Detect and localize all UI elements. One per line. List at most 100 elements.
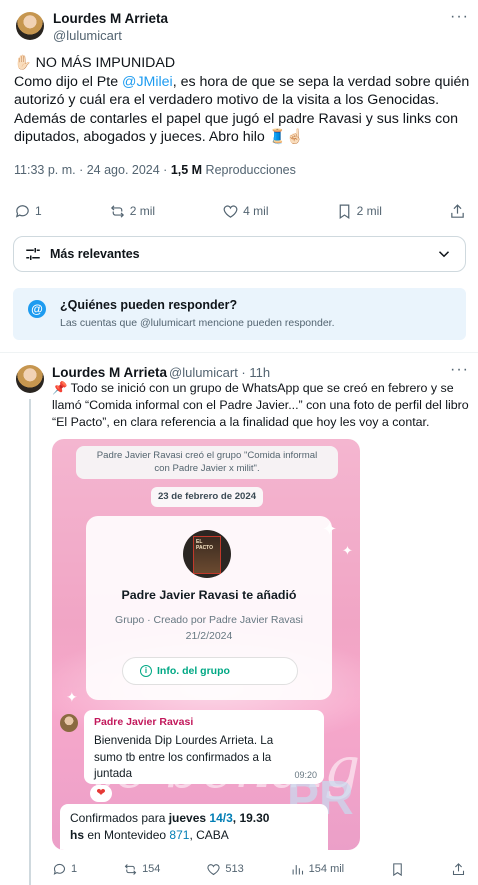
group-info-card: EL PACTO Padre Javier Ravasi te añadió G… xyxy=(86,516,332,700)
share-icon xyxy=(452,862,465,875)
system-message: Padre Javier Ravasi creó el grupo "Comid… xyxy=(76,446,338,479)
like-count: 513 xyxy=(225,863,244,875)
sender-avatar xyxy=(60,714,78,732)
message-line: hs en Montevideo 871, CABA xyxy=(70,827,318,844)
whatsapp-screenshot[interactable]: te bendiga PR ✦ ✦ ✦ Padre Javier Ravasi … xyxy=(52,439,360,850)
message-text-bold: hs xyxy=(70,828,85,842)
reply-button[interactable]: 1 xyxy=(52,862,77,877)
tweet-line: llamó “Comida informal con el Padre Javi… xyxy=(52,398,469,413)
bookmark-icon xyxy=(339,204,349,219)
more-options-icon[interactable]: ··· xyxy=(450,361,469,379)
group-avatar: EL PACTO xyxy=(183,530,231,578)
tweet-timestamp[interactable]: 11:33 p. m. · 24 ago. 2024 · xyxy=(14,163,171,177)
sort-label: Más relevantes xyxy=(50,247,140,261)
author-name[interactable]: Lourdes M Arrieta xyxy=(52,365,167,380)
repost-icon xyxy=(110,204,124,218)
group-creator: Grupo · Creado por Padre Javier Ravasi xyxy=(115,614,303,626)
address-link: 871 xyxy=(169,828,190,842)
reply-count: 1 xyxy=(71,863,78,875)
reply-icon xyxy=(53,863,66,875)
reply-icon xyxy=(15,204,29,218)
thread-line xyxy=(29,399,31,885)
message-time: 09:20 xyxy=(294,770,317,780)
author-handle[interactable]: @lulumicart xyxy=(53,28,122,43)
tweet-line: Como dijo el Pte @JMilei, es hora de que… xyxy=(14,73,469,92)
mention-link[interactable]: @JMilei xyxy=(122,74,173,90)
chat-message: Confirmados para jueves 14/3, 19.30 hs e… xyxy=(60,804,328,850)
like-count: 4 mil xyxy=(243,204,269,218)
tweet-text-segment: Como dijo el Pte xyxy=(14,73,123,90)
reply-count: 1 xyxy=(35,204,42,218)
group-title: Padre Javier Ravasi te añadió xyxy=(121,588,297,602)
message-text: en Montevideo xyxy=(84,828,170,842)
author-handle[interactable]: @lulumicart · 11h xyxy=(169,365,270,380)
bookmark-button[interactable] xyxy=(390,862,405,877)
heart-icon xyxy=(207,863,220,875)
tweet-actions: 1 2 mil 4 mil 2 mil xyxy=(14,200,466,222)
tweet-text: 📌 Todo se inició con un grupo de WhatsAp… xyxy=(52,380,472,432)
repost-count: 2 mil xyxy=(129,204,156,218)
at-sign-icon: @ xyxy=(28,300,46,318)
group-info-button[interactable]: i Info. del grupo xyxy=(122,657,298,685)
reply-restriction-subtitle: Las cuentas que @lulumicart mencione pue… xyxy=(60,317,335,329)
tweet-actions: 1 154 513 154 mil xyxy=(52,860,466,878)
repost-button[interactable]: 154 xyxy=(123,862,160,877)
sort-replies-dropdown[interactable]: Más relevantes xyxy=(13,236,466,272)
tweet-text: ✋🏻 NO MÁS IMPUNIDAD Como dijo el Pte @JM… xyxy=(14,54,469,147)
views-chart-icon xyxy=(292,864,303,874)
book-cover: EL PACTO xyxy=(193,536,221,574)
message-line: Bienvenida Dip Lourdes Arrieta. La xyxy=(94,734,274,747)
views-label: Reproducciones xyxy=(202,163,296,177)
repost-count: 154 xyxy=(142,863,161,875)
tweet-line: Además de contarles el papel que jugó el… xyxy=(14,110,459,127)
sliders-icon xyxy=(26,248,40,260)
reply-restriction-title: ¿Quiénes pueden responder? xyxy=(60,298,238,312)
tweet-meta: 11:33 p. m. · 24 ago. 2024 · 1,5 M Repro… xyxy=(14,163,296,177)
tweet-line: 📌 Todo se inició con un grupo de WhatsAp… xyxy=(52,381,454,395)
repost-icon xyxy=(124,863,137,875)
like-button[interactable]: 4 mil xyxy=(222,203,269,220)
bookmark-button[interactable]: 2 mil xyxy=(336,203,382,220)
share-button[interactable] xyxy=(449,203,466,220)
date-link: 14/3 xyxy=(209,811,233,825)
heart-icon xyxy=(223,205,238,218)
reply-restriction-notice: @ ¿Quiénes pueden responder? Las cuentas… xyxy=(13,288,466,340)
avatar[interactable] xyxy=(16,12,44,40)
tweet-line: ✋🏻 NO MÁS IMPUNIDAD xyxy=(14,55,176,71)
avatar[interactable] xyxy=(16,365,44,393)
message-body: Bienvenida Dip Lourdes Arrieta. La sumo … xyxy=(94,733,273,783)
tweet-line: “El Pacto”, en clara referencia a la fin… xyxy=(52,415,430,430)
message-text-bold: jueves xyxy=(168,811,210,825)
group-subtitle: Grupo · Creado por Padre Javier Ravasi 2… xyxy=(86,612,332,644)
tweet-text-segment: , es hora de que se sepa la verdad sobre… xyxy=(172,73,470,90)
share-icon xyxy=(451,203,464,218)
group-info-label: Info. del grupo xyxy=(157,665,230,677)
views-button[interactable]: 154 mil xyxy=(290,862,344,877)
repost-button[interactable]: 2 mil xyxy=(109,203,155,220)
message-line: juntada xyxy=(94,767,133,780)
info-icon: i xyxy=(140,665,152,677)
chevron-down-icon xyxy=(438,251,450,258)
message-line: Confirmados para jueves 14/3, 19.30 xyxy=(70,810,318,827)
message-sender: Padre Javier Ravasi xyxy=(94,716,194,728)
chat-message: Padre Javier Ravasi Bienvenida Dip Lourd… xyxy=(84,710,324,784)
heart-reaction-icon: ❤ xyxy=(90,785,112,802)
message-line: sumo tb entre los confirmados a la xyxy=(94,750,272,764)
tweet-line: autorizó y cuál era el verdadero motivo … xyxy=(14,92,440,108)
views-count: 154 mil xyxy=(308,863,345,875)
reply-tweet[interactable]: Lourdes M Arrieta @lulumicart · 11h ··· … xyxy=(0,353,478,885)
date-separator: 23 de febrero de 2024 xyxy=(151,487,263,507)
sparkle-icon: ✦ xyxy=(66,689,78,705)
message-text: , CABA xyxy=(189,828,229,842)
like-button[interactable]: 513 xyxy=(206,862,244,877)
bookmark-icon xyxy=(393,862,402,876)
share-button[interactable] xyxy=(451,862,466,877)
more-options-icon[interactable]: ··· xyxy=(450,8,469,26)
reply-button[interactable]: 1 xyxy=(14,203,42,220)
tweet-header: Lourdes M Arrieta @lulumicart ··· xyxy=(14,8,469,48)
message-text-bold: , 19.30 xyxy=(232,811,270,825)
views-count: 1,5 M xyxy=(170,163,203,177)
author-name[interactable]: Lourdes M Arrieta xyxy=(53,11,168,26)
system-message-line: Padre Javier Ravasi creó el grupo "Comid… xyxy=(96,450,318,461)
group-date: 21/2/2024 xyxy=(185,630,233,642)
